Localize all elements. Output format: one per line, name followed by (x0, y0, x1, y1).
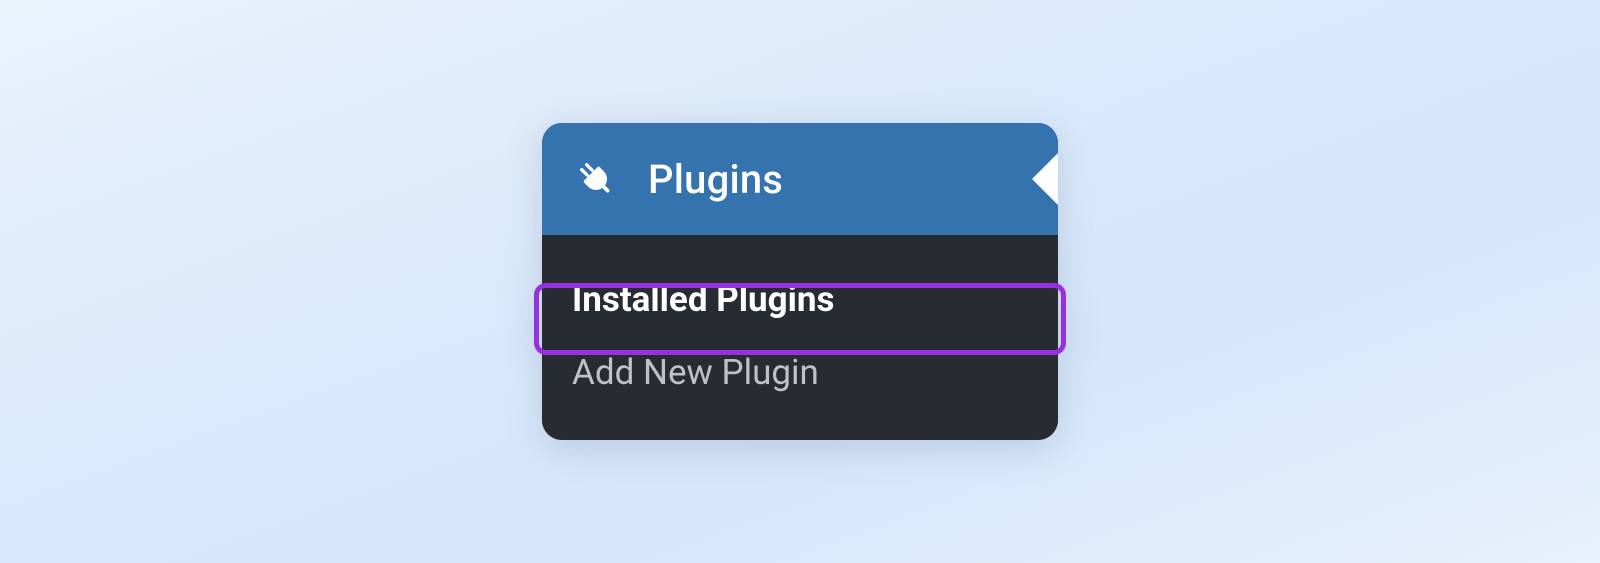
admin-menu-panel-inner: Plugins Installed Plugins Add New Plugin (542, 123, 1058, 440)
admin-menu-panel: Plugins Installed Plugins Add New Plugin (542, 123, 1058, 440)
submenu-item-label: Installed Plugins (572, 279, 835, 320)
submenu-item-installed-plugins[interactable]: Installed Plugins (542, 265, 1058, 338)
menu-item-plugins[interactable]: Plugins (542, 123, 1058, 235)
plug-icon (570, 153, 622, 205)
plugins-submenu: Installed Plugins Add New Plugin (542, 235, 1058, 440)
submenu-item-label: Add New Plugin (572, 352, 819, 393)
menu-item-plugins-label: Plugins (648, 156, 783, 203)
submenu-item-add-new-plugin[interactable]: Add New Plugin (542, 338, 1058, 411)
